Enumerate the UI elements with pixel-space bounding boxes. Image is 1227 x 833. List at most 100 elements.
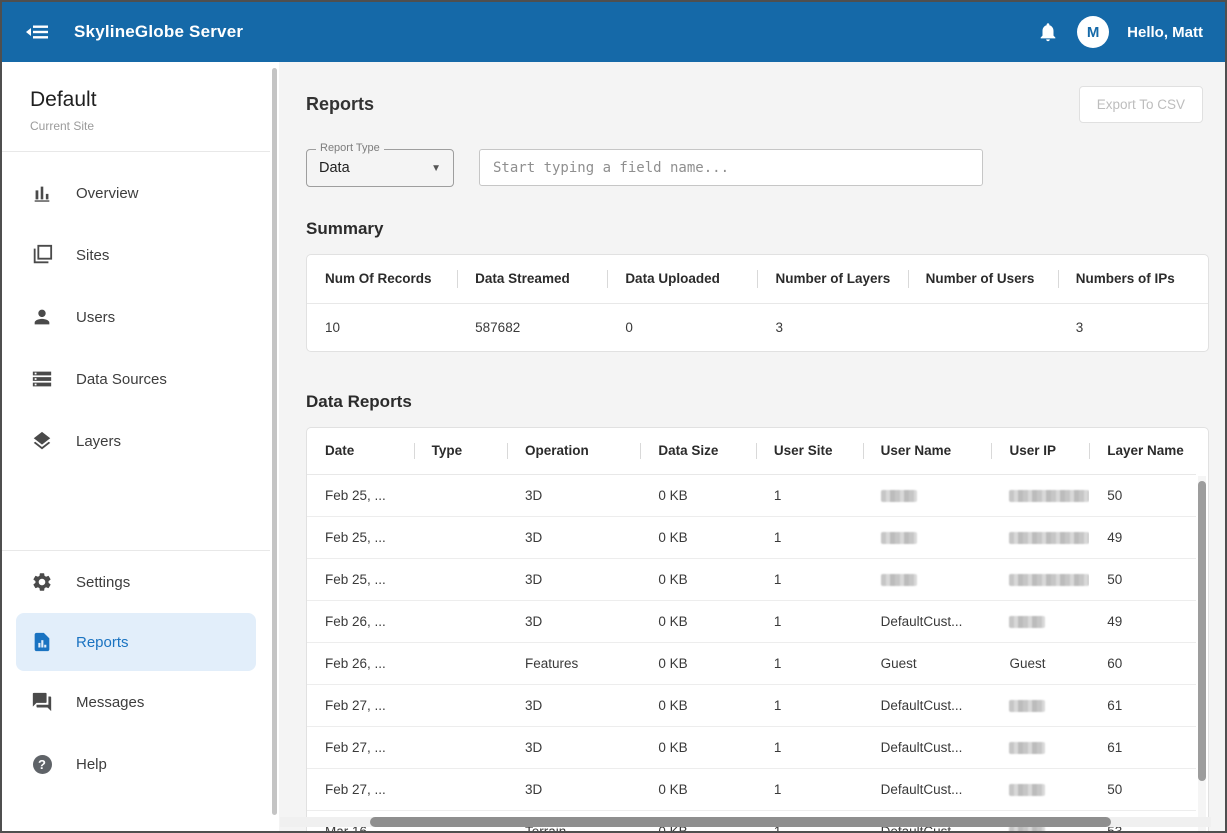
table-row[interactable]: Feb 27, ...3D0 KB1DefaultCust...61 [307, 684, 1196, 726]
horizontal-scrollbar-thumb[interactable] [370, 817, 1111, 827]
table-cell [414, 768, 507, 810]
menu-toggle-button[interactable] [24, 20, 50, 44]
report-type-label: Report Type [316, 142, 384, 154]
sidebar-item-label: Layers [76, 433, 121, 450]
sidebar-item-label: Messages [76, 694, 144, 711]
sidebar-item-settings[interactable]: Settings [2, 551, 270, 613]
sidebar-item-messages[interactable]: Messages [2, 671, 270, 733]
site-name: Default [30, 88, 242, 112]
data-reports-table-card: DateTypeOperationData SizeUser SiteUser … [306, 427, 1209, 831]
table-row[interactable]: Feb 27, ...3D0 KB1DefaultCust...50 [307, 768, 1196, 810]
table-cell: 1 [756, 516, 863, 558]
redacted-value [1009, 532, 1089, 544]
data-reports-body: Feb 25, ...3D0 KB150Feb 25, ...3D0 KB149… [307, 474, 1196, 831]
bar-chart-icon [30, 182, 54, 204]
sidebar-item-users[interactable]: Users [2, 286, 270, 348]
table-cell [991, 600, 1089, 642]
data-reports-header-row: DateTypeOperationData SizeUser SiteUser … [307, 428, 1196, 474]
table-cell: 1 [756, 726, 863, 768]
sidebar-item-label: Data Sources [76, 371, 167, 388]
table-cell [414, 726, 507, 768]
horizontal-scrollbar[interactable] [280, 817, 1211, 827]
table-vertical-scrollbar[interactable] [1198, 476, 1206, 831]
menu-open-icon [24, 20, 50, 44]
gear-icon [30, 571, 54, 593]
sidebar-scrollbar[interactable] [270, 62, 279, 831]
user-greeting: Hello, Matt [1127, 24, 1203, 41]
table-cell: 1 [756, 768, 863, 810]
sidebar-scrollbar-thumb[interactable] [272, 68, 277, 815]
table-cell [414, 684, 507, 726]
table-cell: 10 [307, 303, 457, 351]
redacted-value [1009, 574, 1089, 586]
table-cell: 3D [507, 600, 640, 642]
sidebar-item-label: Sites [76, 247, 109, 264]
table-cell: 0 KB [640, 516, 756, 558]
table-vertical-scrollbar-thumb[interactable] [1198, 481, 1206, 781]
summary-table: Num Of RecordsData StreamedData Uploaded… [307, 255, 1208, 351]
export-csv-button[interactable]: Export To CSV [1079, 86, 1203, 123]
table-cell: 0 KB [640, 726, 756, 768]
redacted-value [1009, 784, 1045, 796]
filters-row: Report Type Data ▼ [306, 149, 1203, 187]
column-header: Type [414, 428, 507, 474]
report-type-select[interactable]: Report Type Data ▼ [306, 149, 454, 187]
sidebar-item-sites[interactable]: Sites [2, 224, 270, 286]
table-cell: 0 KB [640, 474, 756, 516]
table-row[interactable]: Feb 25, ...3D0 KB149 [307, 516, 1196, 558]
table-cell: 0 KB [640, 600, 756, 642]
page-title: Reports [306, 94, 374, 115]
column-header: Layer Name [1089, 428, 1196, 474]
table-cell: Guest [863, 642, 992, 684]
table-cell: Features [507, 642, 640, 684]
table-cell: 1 [756, 642, 863, 684]
sidebar-item-layers[interactable]: Layers [2, 410, 270, 472]
table-row[interactable]: Feb 26, ...3D0 KB1DefaultCust...49 [307, 600, 1196, 642]
table-cell: 587682 [457, 303, 607, 351]
table-cell: 50 [1089, 768, 1196, 810]
table-row[interactable]: Feb 25, ...3D0 KB150 [307, 474, 1196, 516]
person-icon [30, 306, 54, 328]
sites-icon [30, 244, 54, 266]
help-icon: ? [30, 755, 54, 774]
sidebar-item-label: Help [76, 756, 107, 773]
table-row[interactable]: Feb 27, ...3D0 KB1DefaultCust...61 [307, 726, 1196, 768]
app-window: SkylineGlobe Server M Hello, Matt Defaul… [0, 0, 1227, 833]
column-header: Data Uploaded [607, 255, 757, 303]
table-cell [991, 558, 1089, 600]
table-cell [991, 726, 1089, 768]
table-cell [991, 516, 1089, 558]
field-search-input[interactable] [479, 149, 983, 186]
sidebar-item-data-sources[interactable]: Data Sources [2, 348, 270, 410]
table-cell: 0 KB [640, 768, 756, 810]
data-reports-section-title: Data Reports [306, 392, 1203, 412]
column-header: Data Streamed [457, 255, 607, 303]
table-cell: Feb 26, ... [307, 600, 414, 642]
sidebar-item-overview[interactable]: Overview [2, 162, 270, 224]
column-header: Number of Layers [757, 255, 907, 303]
table-cell: Feb 27, ... [307, 726, 414, 768]
main-content: Reports Export To CSV Report Type Data ▼… [279, 62, 1225, 831]
column-header: Number of Users [908, 255, 1058, 303]
table-cell [414, 558, 507, 600]
table-cell: 0 KB [640, 642, 756, 684]
table-cell: 3D [507, 726, 640, 768]
table-cell [414, 642, 507, 684]
column-header: Numbers of IPs [1058, 255, 1208, 303]
sidebar-item-help[interactable]: ? Help [2, 733, 270, 795]
sidebar: Default Current Site Overview [2, 62, 270, 831]
table-row[interactable]: Feb 26, ...Features0 KB1GuestGuest60 [307, 642, 1196, 684]
table-cell: 3D [507, 684, 640, 726]
table-cell: 0 KB [640, 684, 756, 726]
table-row[interactable]: Feb 25, ...3D0 KB150 [307, 558, 1196, 600]
sidebar-item-reports[interactable]: Reports [16, 613, 256, 671]
column-header: User IP [991, 428, 1089, 474]
sidebar-nav-bottom: Settings Reports [2, 550, 270, 795]
table-cell: 49 [1089, 516, 1196, 558]
table-cell: Feb 25, ... [307, 474, 414, 516]
table-cell: 50 [1089, 474, 1196, 516]
column-header: Num Of Records [307, 255, 457, 303]
notifications-button[interactable] [1037, 21, 1059, 43]
avatar[interactable]: M [1077, 16, 1109, 48]
summary-section-title: Summary [306, 219, 1203, 239]
